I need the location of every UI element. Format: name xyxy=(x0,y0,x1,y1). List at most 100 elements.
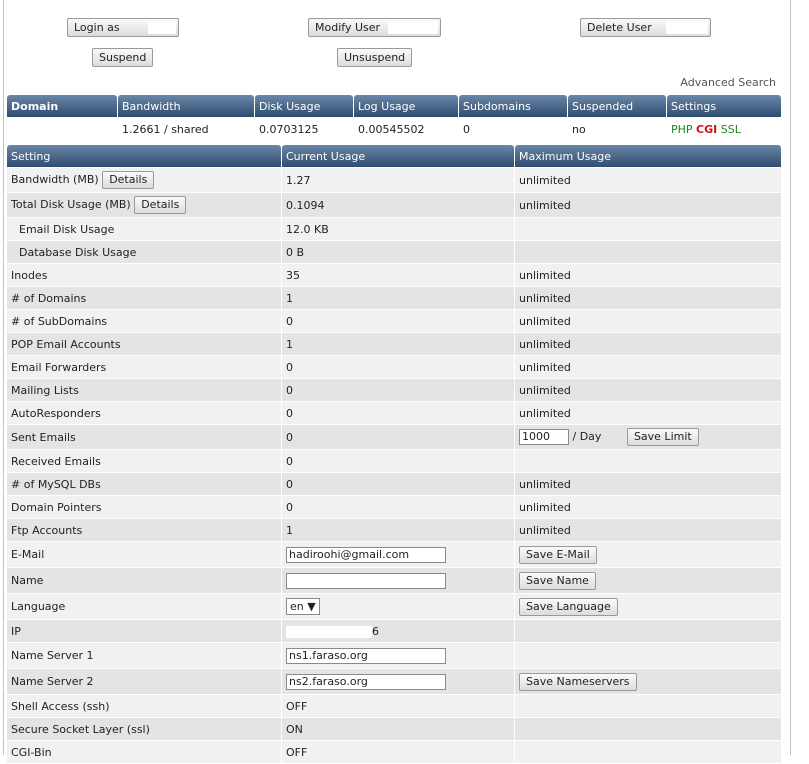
row-ssl: Secure Socket Layer (ssl) ON xyxy=(7,718,781,740)
max-cell: unlimited xyxy=(515,519,781,541)
max-cell: Save Language xyxy=(515,594,781,619)
max-cell: unlimited xyxy=(515,402,781,424)
unsuspend-button[interactable]: Unsuspend xyxy=(337,48,413,67)
modify-user-label: Modify User xyxy=(315,21,381,34)
col-settings[interactable]: Settings xyxy=(667,95,781,117)
domain-row: 1.2661 / shared 0.0703125 0.00545502 0 n… xyxy=(7,118,781,140)
current-cell: OFF xyxy=(282,741,514,763)
max-cell xyxy=(515,718,781,740)
domain-name-hidden[interactable] xyxy=(11,124,87,135)
delete-user-input[interactable] xyxy=(666,21,708,34)
domain-cell[interactable] xyxy=(7,118,117,140)
current-cell: 0 xyxy=(282,473,514,495)
col-setting: Setting xyxy=(7,145,281,167)
bandwidth-details-button[interactable]: Details xyxy=(102,171,155,189)
current-cell: 0 xyxy=(282,310,514,332)
save-name-button[interactable]: Save Name xyxy=(519,571,596,590)
max-cell: unlimited xyxy=(515,168,781,192)
name-field[interactable] xyxy=(286,572,446,589)
current-cell: 1 xyxy=(282,519,514,541)
setting-cell: Name Server 2 xyxy=(7,669,281,694)
row-mailing-lists: Mailing Lists 0 unlimited xyxy=(7,379,781,401)
setting-cell: Name Server 1 xyxy=(7,643,281,668)
max-cell: unlimited xyxy=(515,287,781,309)
delete-user-label: Delete User xyxy=(587,21,652,34)
setting-cell: Sent Emails xyxy=(7,425,281,449)
max-cell xyxy=(515,450,781,472)
col-domain[interactable]: Domain xyxy=(7,95,117,117)
row-ssh: Shell Access (ssh) OFF xyxy=(7,695,781,717)
setting-cell: E-Mail xyxy=(7,542,281,567)
log-cell: 0.00545502 xyxy=(358,122,425,136)
col-current-usage: Current Usage xyxy=(282,145,514,167)
row-database-disk: Database Disk Usage 0 B xyxy=(7,241,781,263)
setting-cell: Email Disk Usage xyxy=(7,218,281,240)
row-domain-pointers: Domain Pointers 0 unlimited xyxy=(7,496,781,518)
row-cgi-bin: CGI-Bin OFF xyxy=(7,741,781,763)
setting-cell: Secure Socket Layer (ssl) xyxy=(7,718,281,740)
setting-cell: # of MySQL DBs xyxy=(7,473,281,495)
col-log-usage[interactable]: Log Usage xyxy=(354,95,458,117)
setting-cell: Email Forwarders xyxy=(7,356,281,378)
setting-cell: CGI-Bin xyxy=(7,741,281,763)
cgi-flag: CGI xyxy=(696,122,718,136)
max-cell: 1000 / Day Save Limit xyxy=(515,425,781,449)
current-cell xyxy=(282,568,514,593)
max-cell: Save Name xyxy=(515,568,781,593)
max-cell: unlimited xyxy=(515,264,781,286)
setting-cell: Received Emails xyxy=(7,450,281,472)
row-ftp: Ftp Accounts 1 unlimited xyxy=(7,519,781,541)
row-name: Name Save Name xyxy=(7,568,781,593)
setting-cell: Domain Pointers xyxy=(7,496,281,518)
col-subdomains[interactable]: Subdomains xyxy=(459,95,567,117)
row-autoresponders: AutoResponders 0 unlimited xyxy=(7,402,781,424)
login-as-input[interactable] xyxy=(148,21,176,34)
row-domains: # of Domains 1 unlimited xyxy=(7,287,781,309)
setting-cell: # of SubDomains xyxy=(7,310,281,332)
login-as-button[interactable]: Login as xyxy=(67,18,179,37)
disk-cell: 0.0703125 xyxy=(259,122,319,136)
setting-cell: AutoResponders xyxy=(7,402,281,424)
col-bandwidth[interactable]: Bandwidth xyxy=(118,95,254,117)
current-cell: en ▼ xyxy=(282,594,514,619)
row-sent-emails: Sent Emails 0 1000 / Day Save Limit xyxy=(7,425,781,449)
max-cell xyxy=(515,741,781,763)
setting-cell: # of Domains xyxy=(7,287,281,309)
send-limit-input[interactable]: 1000 xyxy=(519,429,569,445)
suspend-button[interactable]: Suspend xyxy=(92,48,154,67)
setting-label: Bandwidth (MB) xyxy=(11,173,99,186)
save-nameservers-button[interactable]: Save Nameservers xyxy=(519,672,637,691)
language-value: en xyxy=(290,600,304,613)
setting-cell: POP Email Accounts xyxy=(7,333,281,355)
ns2-field[interactable]: ns2.faraso.org xyxy=(286,673,446,690)
language-select[interactable]: en ▼ xyxy=(286,598,320,615)
save-limit-button[interactable]: Save Limit xyxy=(626,428,699,446)
row-email: E-Mail hadiroohi@gmail.com Save E-Mail xyxy=(7,542,781,567)
delete-user-button[interactable]: Delete User xyxy=(580,18,711,37)
setting-cell: IP xyxy=(7,620,281,642)
current-cell: 0 xyxy=(282,450,514,472)
save-language-button[interactable]: Save Language xyxy=(519,597,618,616)
col-disk-usage[interactable]: Disk Usage xyxy=(255,95,353,117)
save-email-button[interactable]: Save E-Mail xyxy=(519,545,597,564)
ns1-field[interactable]: ns1.faraso.org xyxy=(286,647,446,664)
col-suspended[interactable]: Suspended xyxy=(568,95,666,117)
current-cell: 0 xyxy=(282,496,514,518)
advanced-search-link[interactable]: Advanced Search xyxy=(680,76,776,89)
disk-details-button[interactable]: Details xyxy=(134,196,187,214)
email-field[interactable]: hadiroohi@gmail.com xyxy=(286,546,446,563)
row-forwarders: Email Forwarders 0 unlimited xyxy=(7,356,781,378)
settings-cell: PHP CGI SSL xyxy=(667,118,781,140)
chevron-down-icon: ▼ xyxy=(307,600,316,613)
row-email-disk: Email Disk Usage 12.0 KB xyxy=(7,218,781,240)
modify-user-input[interactable] xyxy=(388,21,438,34)
setting-cell: Shell Access (ssh) xyxy=(7,695,281,717)
max-cell: unlimited xyxy=(515,473,781,495)
row-inodes: Inodes 35 unlimited xyxy=(7,264,781,286)
max-cell xyxy=(515,241,781,263)
current-cell: 1 xyxy=(282,287,514,309)
login-as-label: Login as xyxy=(74,21,120,34)
max-cell: unlimited xyxy=(515,333,781,355)
modify-user-button[interactable]: Modify User xyxy=(308,18,441,37)
current-cell: 0 xyxy=(282,425,514,449)
